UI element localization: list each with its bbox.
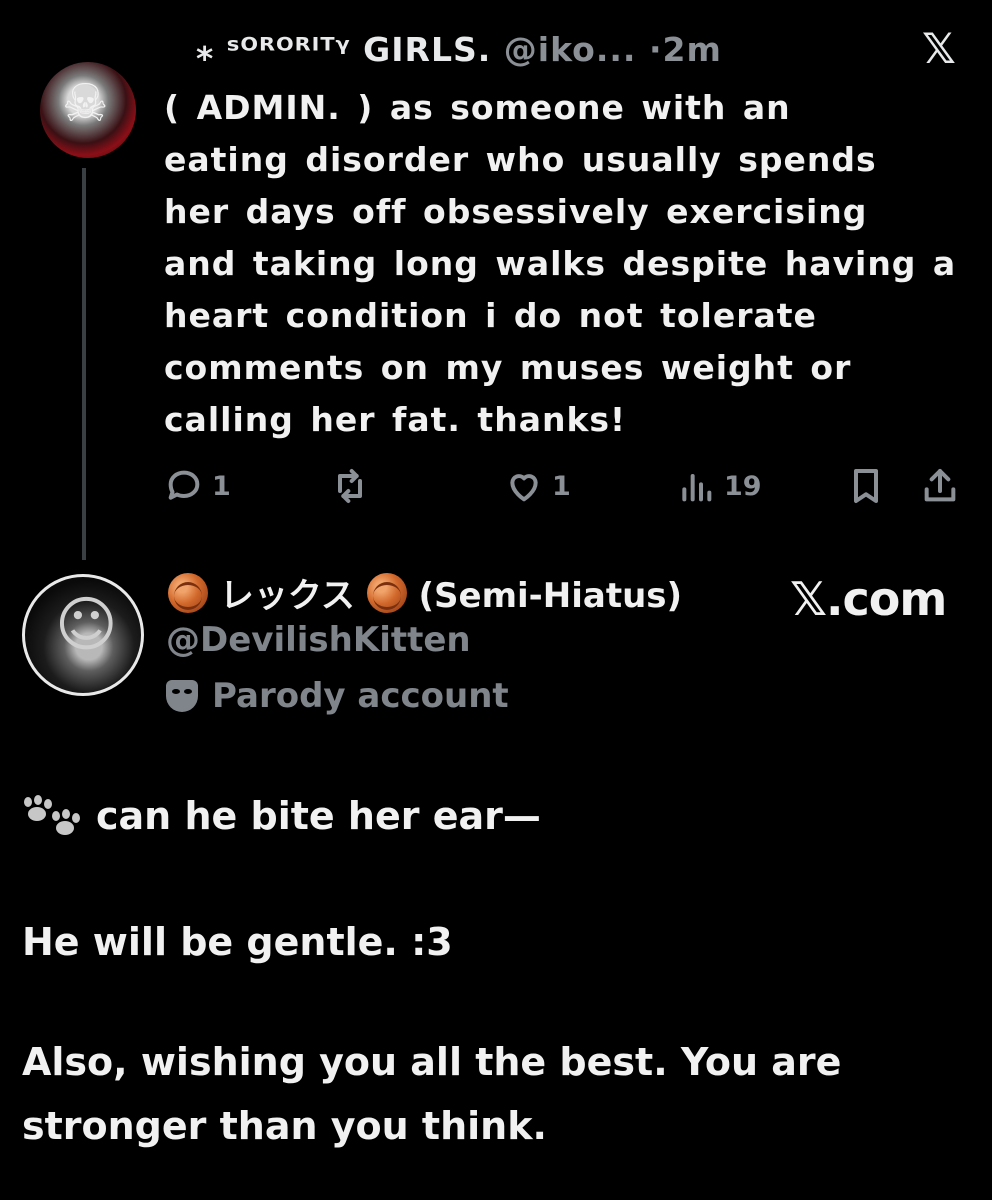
- tweet1-handle[interactable]: @iko...: [504, 30, 637, 69]
- avatar-sorority-girls[interactable]: ☠: [40, 62, 136, 158]
- yarn-icon: [366, 573, 407, 613]
- share-button[interactable]: [920, 466, 960, 506]
- parody-label: Parody account: [212, 676, 509, 716]
- views-button[interactable]: 19: [676, 466, 762, 506]
- parody-badge: Parody account: [166, 676, 509, 716]
- tweet2-display-name[interactable]: レックス (Semi-Hiatus): [168, 568, 682, 617]
- x-com-watermark: 𝕏.com: [790, 572, 947, 626]
- tweet2-text-1: can he bite her ear—: [96, 794, 541, 838]
- like-button[interactable]: 1: [504, 466, 571, 506]
- tweet1-body: ( ADMIN. ) as someone with an eating dis…: [164, 88, 957, 439]
- tweet2-display-name-suffix: (Semi-Hiatus): [418, 576, 683, 616]
- x-logo-icon: 𝕏: [922, 24, 956, 73]
- tweet2-line-1: can he bite her ear—: [22, 794, 541, 838]
- tweet2-line-3: Also, wishing you all the best. You are: [22, 1040, 842, 1084]
- share-icon: [924, 469, 956, 502]
- repost-button[interactable]: [330, 466, 370, 506]
- thread-connector-line: [82, 168, 86, 560]
- like-count: 1: [552, 470, 571, 502]
- tweet2-handle[interactable]: @DevilishKitten: [166, 620, 471, 660]
- reply-button[interactable]: 1: [164, 466, 231, 506]
- reply-count: 1: [212, 470, 231, 502]
- tweet1-timestamp[interactable]: ·2m: [649, 30, 722, 69]
- avatar-devilish-kitten[interactable]: ☺: [22, 574, 144, 696]
- tweet1-author-line[interactable]: ⁎ ˢᴼᴿᴼᴿᴵᵀᵞ GIRLS. @iko... ·2m: [196, 30, 722, 69]
- yarn-icon: [168, 573, 208, 613]
- views-count: 19: [724, 470, 762, 502]
- theater-mask-icon: [166, 680, 198, 712]
- paw-prints-icon: [22, 795, 82, 835]
- bookmark-icon: [854, 469, 878, 503]
- like-icon: [510, 474, 538, 502]
- repost-icon: [338, 469, 362, 503]
- tweet1-display-name[interactable]: ⁎ ˢᴼᴿᴼᴿᴵᵀᵞ GIRLS.: [196, 30, 491, 69]
- tweet2-line-4: stronger than you think.: [22, 1104, 547, 1148]
- reply-icon: [168, 470, 200, 500]
- views-icon: [682, 474, 712, 502]
- tweet2-line-2: He will be gentle. :3: [22, 920, 453, 964]
- tweet2-display-name-jp: レックス: [219, 576, 355, 616]
- bookmark-button[interactable]: [846, 466, 886, 506]
